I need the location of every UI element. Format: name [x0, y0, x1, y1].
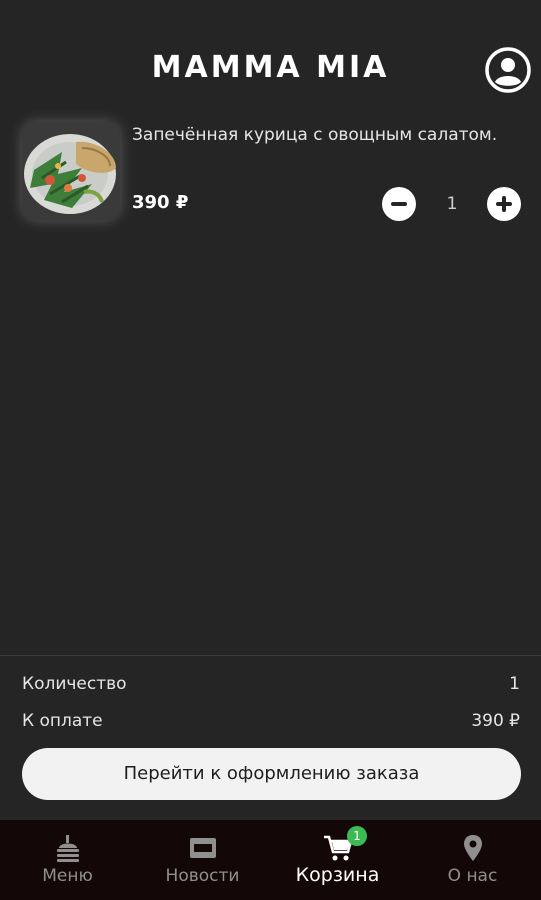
- nav-item-cart[interactable]: Корзина: [270, 820, 405, 900]
- summary-total-label: К оплате: [22, 711, 103, 731]
- profile-button[interactable]: [484, 46, 532, 94]
- summary-quantity-label: Количество: [22, 674, 127, 694]
- nav-item-about[interactable]: О нас: [405, 820, 540, 900]
- summary-divider: [0, 655, 541, 656]
- nav-label-menu: Меню: [42, 866, 93, 886]
- account-circle-icon: [485, 47, 531, 93]
- menu-food-icon: [56, 835, 79, 862]
- location-pin-icon: [463, 835, 482, 861]
- decrease-quantity-button[interactable]: [382, 187, 416, 221]
- nav-label-news: Новости: [165, 866, 240, 886]
- increase-quantity-button[interactable]: [487, 187, 521, 221]
- nav-label-cart: Корзина: [295, 864, 380, 886]
- chicken-salad-photo: [22, 122, 120, 220]
- nav-item-menu[interactable]: Меню: [0, 820, 135, 900]
- item-name: Запечённая курица с овощным салатом.: [132, 125, 498, 145]
- summary-quantity-value: 1: [509, 674, 520, 694]
- summary-total-value: 390 ₽: [471, 711, 520, 731]
- item-price: 390 ₽: [132, 192, 189, 213]
- summary-quantity-row: Количество 1: [22, 674, 520, 694]
- app-header: MAMMA MIA: [0, 0, 541, 110]
- product-image[interactable]: [22, 122, 120, 220]
- bottom-navigation: Меню Новости Корзина 1 О нас: [0, 820, 541, 900]
- news-icon: [189, 838, 216, 858]
- checkout-button[interactable]: Перейти к оформлению заказа: [22, 748, 521, 800]
- cart-item: Запечённая курица с овощным салатом. 390…: [0, 120, 541, 230]
- item-quantity: 1: [446, 194, 458, 214]
- nav-label-about: О нас: [447, 866, 498, 886]
- app-title: MAMMA MIA: [151, 50, 390, 85]
- summary-total-row: К оплате 390 ₽: [22, 711, 520, 731]
- nav-item-news[interactable]: Новости: [135, 820, 270, 900]
- cart-count-badge: 1: [347, 826, 367, 846]
